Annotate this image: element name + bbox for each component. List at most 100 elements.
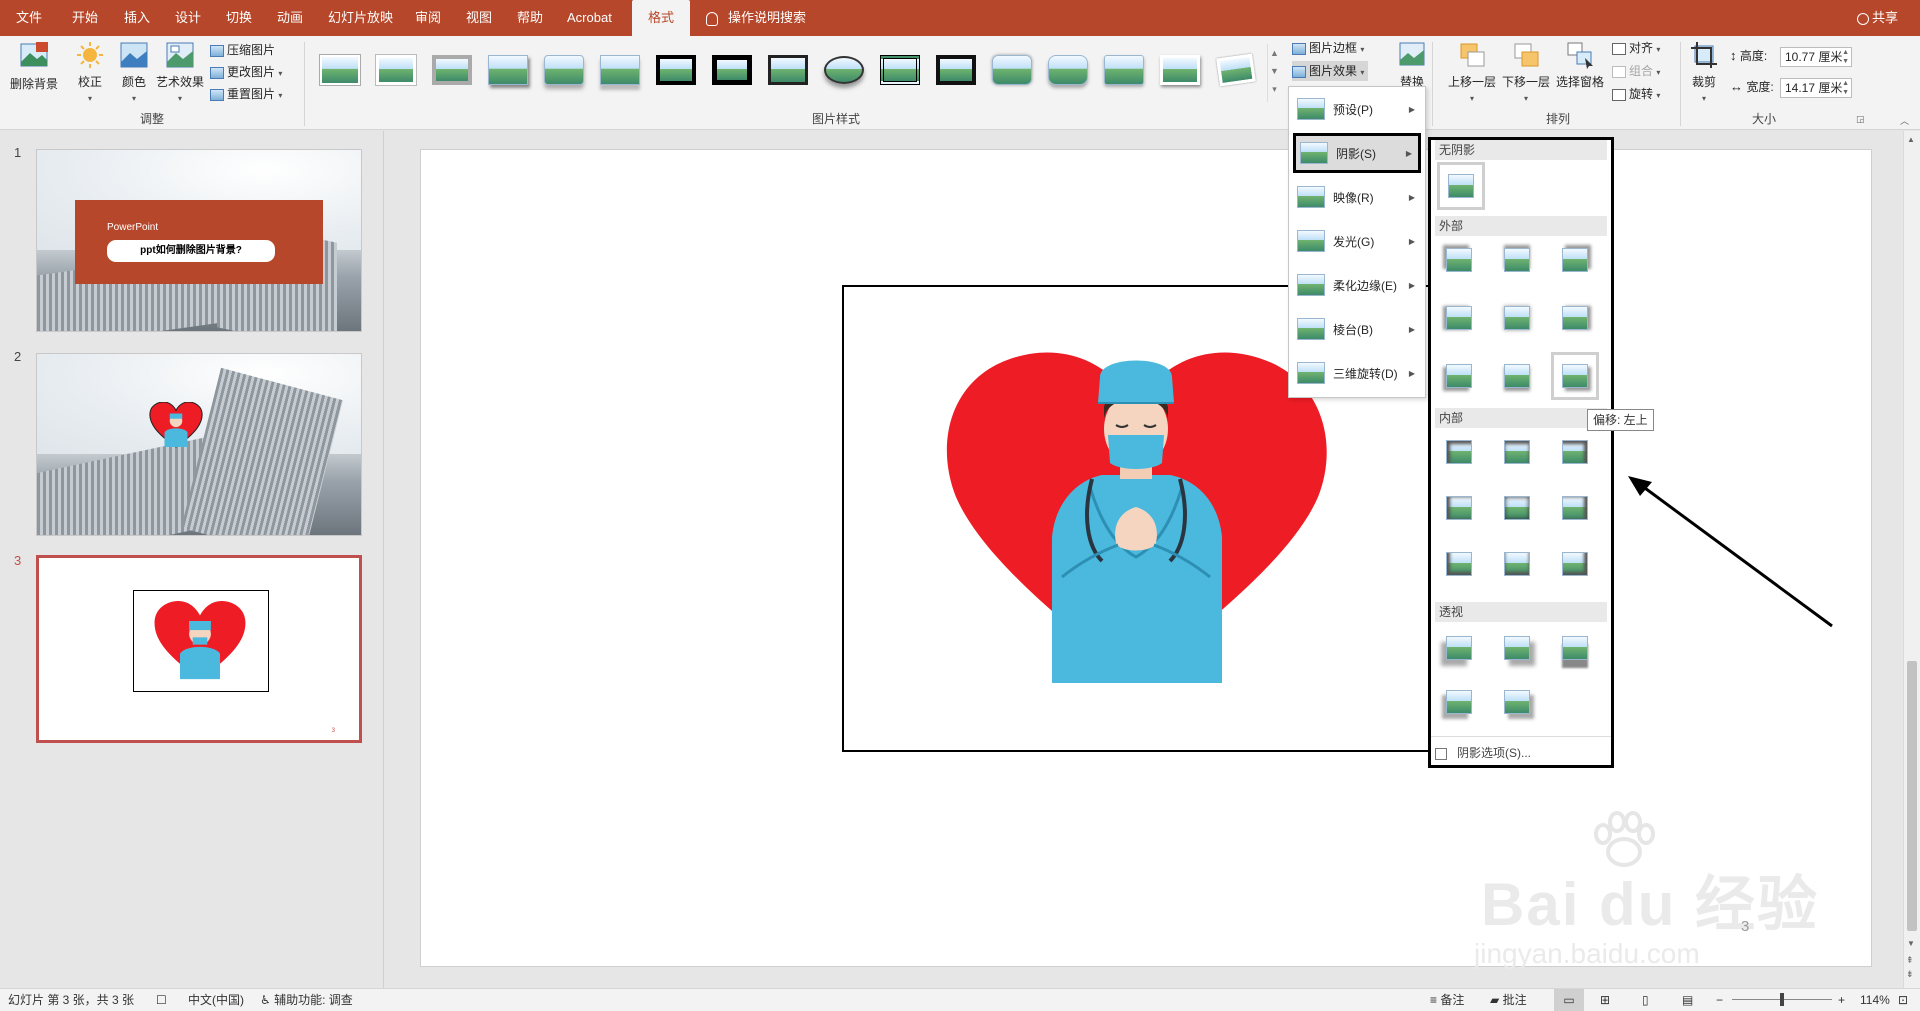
align-button[interactable]: 对齐 ▾ <box>1612 38 1660 58</box>
inner-shadow-option[interactable] <box>1495 430 1539 474</box>
shadow-options-button[interactable]: 阴影选项(S)... <box>1435 743 1531 763</box>
inner-shadow-option[interactable] <box>1437 542 1481 586</box>
picture-style-item[interactable] <box>426 44 478 96</box>
width-input[interactable]: 14.17 厘米 ▲ ▼ <box>1780 78 1852 98</box>
fit-to-window-icon[interactable]: ⊡ <box>1898 989 1908 1011</box>
previous-slide-icon[interactable]: ⇞ <box>1906 955 1914 966</box>
send-backward-button[interactable]: 下移一层 ▾ <box>1500 40 1552 104</box>
reading-view-button[interactable]: ▯ <box>1642 989 1649 1011</box>
perspective-shadow-option[interactable] <box>1495 626 1539 670</box>
picture-style-item[interactable] <box>314 44 366 96</box>
picture-style-item[interactable] <box>818 44 870 96</box>
share-button[interactable]: 共享 <box>1856 0 1898 36</box>
soft-edges-menu-item[interactable]: 柔化边缘(E) ▶ <box>1293 267 1421 303</box>
remove-background-button[interactable]: 删除背景 <box>8 40 60 92</box>
picture-style-item[interactable] <box>482 44 534 96</box>
group-button[interactable]: 组合 ▾ <box>1612 61 1660 81</box>
size-dialog-launcher[interactable]: ◲ <box>1856 114 1865 125</box>
replace-button[interactable]: 替换 <box>1394 40 1430 90</box>
tab-review[interactable]: 审阅 <box>415 0 441 36</box>
scroll-up-icon[interactable]: ▲ <box>1907 135 1915 144</box>
tab-home[interactable]: 开始 <box>72 0 98 36</box>
no-shadow-option[interactable] <box>1437 162 1485 210</box>
slide-thumbnail-3[interactable]: 3 <box>36 555 362 743</box>
slide-thumbnail-1[interactable]: PowerPoint ppt如何删除图片背景? <box>36 149 362 332</box>
tab-slideshow[interactable]: 幻灯片放映 <box>328 0 393 36</box>
picture-style-item[interactable] <box>370 44 422 96</box>
crop-button[interactable]: 裁剪 ▾ <box>1686 40 1722 104</box>
accessibility-status[interactable]: ♿ 辅助功能: 调查 <box>260 989 353 1011</box>
outer-shadow-option[interactable] <box>1437 296 1481 340</box>
outer-shadow-option[interactable] <box>1495 296 1539 340</box>
zoom-out-button[interactable]: − <box>1716 989 1723 1011</box>
zoom-level[interactable]: 114% <box>1860 989 1890 1011</box>
selection-pane-button[interactable]: 选择窗格 <box>1554 40 1606 90</box>
tab-file[interactable]: 文件 <box>16 0 42 36</box>
outer-shadow-offset-top-left-option[interactable] <box>1551 352 1599 400</box>
correct-button[interactable]: 校正 ▾ <box>72 40 108 104</box>
tab-format[interactable]: 格式 <box>632 0 690 36</box>
perspective-shadow-option[interactable] <box>1553 626 1597 670</box>
bevel-menu-item[interactable]: 棱台(B) ▶ <box>1293 311 1421 347</box>
slide-sorter-button[interactable]: ⊞ <box>1600 989 1610 1011</box>
tab-help[interactable]: 帮助 <box>517 0 543 36</box>
tab-design[interactable]: 设计 <box>175 0 201 36</box>
inner-shadow-option[interactable] <box>1553 542 1597 586</box>
inner-shadow-option[interactable] <box>1437 430 1481 474</box>
outer-shadow-option[interactable] <box>1495 354 1539 398</box>
perspective-shadow-option[interactable] <box>1437 680 1481 724</box>
vertical-scrollbar[interactable]: ▲ ▼ ⇞ ⇟ <box>1903 131 1920 988</box>
picture-style-item[interactable] <box>930 44 982 96</box>
normal-view-button[interactable]: ▭ <box>1554 989 1584 1011</box>
slideshow-button[interactable]: ▤ <box>1682 989 1693 1011</box>
picture-style-item[interactable] <box>706 44 758 96</box>
picture-style-item[interactable] <box>874 44 926 96</box>
picture-style-item[interactable] <box>650 44 702 96</box>
picture-style-item[interactable] <box>762 44 814 96</box>
artistic-effects-button[interactable]: 艺术效果 ▾ <box>156 40 204 104</box>
tab-acrobat[interactable]: Acrobat <box>567 0 612 36</box>
picture-style-item[interactable] <box>1154 44 1206 96</box>
change-picture-button[interactable]: 更改图片 ▾ <box>210 62 282 82</box>
picture-style-item[interactable] <box>1098 44 1150 96</box>
language-status[interactable]: 中文(中国) <box>188 989 244 1011</box>
inner-shadow-option[interactable] <box>1437 486 1481 530</box>
zoom-slider-thumb[interactable] <box>1780 993 1784 1006</box>
comments-button[interactable]: ▰ 批注 <box>1490 989 1527 1011</box>
tab-animations[interactable]: 动画 <box>277 0 303 36</box>
picture-style-item[interactable] <box>1042 44 1094 96</box>
reflection-menu-item[interactable]: 映像(R) ▶ <box>1293 179 1421 215</box>
spellcheck-icon[interactable]: ☐ <box>156 989 167 1011</box>
picture-style-item[interactable] <box>986 44 1038 96</box>
picture-style-item[interactable] <box>1210 44 1262 96</box>
tab-transitions[interactable]: 切换 <box>226 0 252 36</box>
3d-rotation-menu-item[interactable]: 三维旋转(D) ▶ <box>1293 355 1421 391</box>
scroll-down-icon[interactable]: ▼ <box>1907 939 1915 948</box>
bring-forward-button[interactable]: 上移一层 ▾ <box>1446 40 1498 104</box>
perspective-shadow-option[interactable] <box>1437 626 1481 670</box>
outer-shadow-option[interactable] <box>1495 238 1539 282</box>
inner-shadow-option[interactable] <box>1553 430 1597 474</box>
tab-view[interactable]: 视图 <box>466 0 492 36</box>
inner-shadow-option[interactable] <box>1495 486 1539 530</box>
perspective-shadow-option[interactable] <box>1495 680 1539 724</box>
gallery-scroll[interactable]: ▲ ▼ ▾ <box>1267 44 1281 102</box>
picture-style-item[interactable] <box>594 44 646 96</box>
outer-shadow-option[interactable] <box>1553 296 1597 340</box>
outer-shadow-option[interactable] <box>1437 354 1481 398</box>
picture-border-button[interactable]: 图片边框 ▾ <box>1292 38 1364 58</box>
compress-pictures-button[interactable]: 压缩图片 <box>210 40 275 60</box>
tell-me-search[interactable]: 操作说明搜索 <box>706 0 806 36</box>
slide-thumbnail-2[interactable] <box>36 353 362 536</box>
color-button[interactable]: 颜色 ▾ <box>116 40 152 104</box>
height-input[interactable]: 10.77 厘米 ▲ ▼ <box>1780 47 1852 67</box>
glow-menu-item[interactable]: 发光(G) ▶ <box>1293 223 1421 259</box>
inner-shadow-option[interactable] <box>1495 542 1539 586</box>
zoom-in-button[interactable]: + <box>1838 989 1845 1011</box>
preset-menu-item[interactable]: 预设(P) ▶ <box>1293 91 1421 127</box>
reset-picture-button[interactable]: 重置图片 ▾ <box>210 84 282 104</box>
picture-effects-button[interactable]: 图片效果 ▾ <box>1292 61 1369 81</box>
outer-shadow-option[interactable] <box>1553 238 1597 282</box>
shadow-menu-item[interactable]: 阴影(S) ▶ <box>1293 133 1421 173</box>
rotate-button[interactable]: 旋转 ▾ <box>1612 84 1660 104</box>
